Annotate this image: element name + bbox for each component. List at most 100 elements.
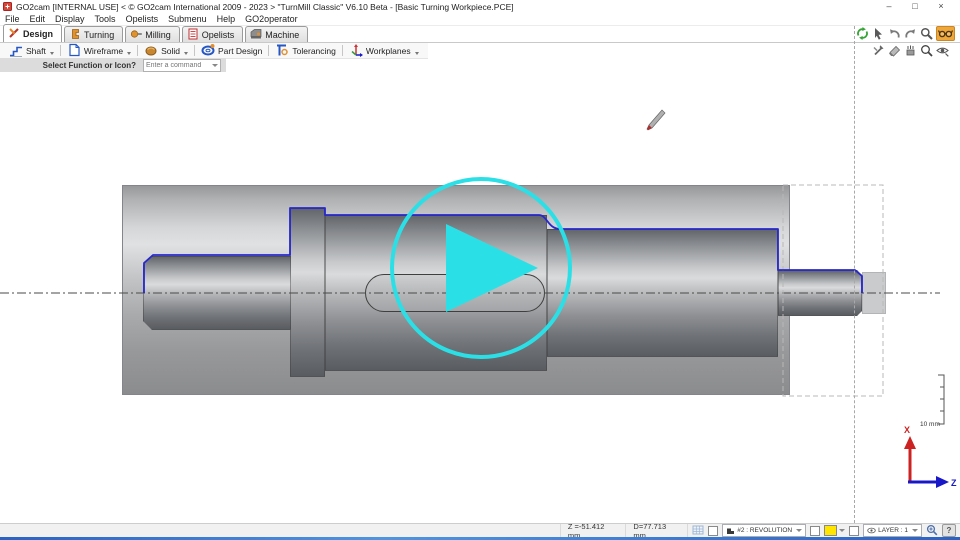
layer-checkbox[interactable] (849, 526, 859, 536)
maximize-button[interactable]: □ (902, 0, 928, 13)
brush-icon[interactable] (904, 44, 917, 57)
minimize-button[interactable]: – (876, 0, 902, 13)
solid-dropdown-icon[interactable] (184, 52, 188, 55)
command-label: Select Function or Icon? (43, 61, 136, 70)
workplanes-icon (349, 43, 363, 59)
chevron-down-icon (796, 529, 802, 532)
layer-color-swatch (824, 525, 837, 536)
menu-go2operator[interactable]: GO2operator (240, 14, 303, 24)
layer-eye-icon (867, 527, 876, 534)
ribbon-separator (137, 45, 138, 56)
ribbon-separator (268, 45, 269, 56)
solid-icon (144, 43, 158, 59)
scale-indicator: 10 mm (920, 375, 944, 428)
menu-submenu[interactable]: Submenu (163, 14, 212, 24)
tab-milling-label: Milling (145, 30, 171, 40)
workplanes-button[interactable]: Workplanes (344, 43, 424, 58)
layer-selector[interactable]: LAYER : 1 (863, 524, 922, 537)
scale-label: 10 mm (920, 421, 940, 428)
operator-glasses-button[interactable] (936, 26, 955, 41)
chevron-down-icon[interactable] (212, 64, 218, 67)
wireframe-dropdown-icon[interactable] (127, 52, 131, 55)
magnifier-icon[interactable] (920, 44, 933, 57)
shaft-dropdown-icon[interactable] (50, 52, 54, 55)
select-pointer-icon[interactable] (872, 27, 885, 40)
tab-turning-label: Turning (84, 30, 114, 40)
window-title: GO2cam [INTERNAL USE] < © GO2cam Interna… (16, 2, 514, 12)
play-button[interactable] (388, 175, 574, 361)
workplanes-label: Workplanes (366, 46, 411, 56)
play-triangle-icon (446, 224, 538, 312)
tolerancing-button[interactable]: Tolerancing (270, 43, 340, 58)
workplanes-dropdown-icon[interactable] (415, 52, 419, 55)
eraser-icon[interactable] (888, 44, 901, 57)
redo-icon[interactable] (904, 27, 917, 40)
chevron-down-icon (912, 529, 918, 532)
app-icon (3, 2, 12, 11)
viewport-canvas[interactable]: 10 mm X Z (0, 72, 960, 523)
menu-edit[interactable]: Edit (25, 14, 51, 24)
shaft-right-stub (778, 270, 862, 316)
wireframe-label: Wireframe (84, 46, 123, 56)
layer-selector-label: LAYER : 1 (878, 527, 908, 534)
statusbar-spacer (0, 524, 560, 537)
color-picker[interactable] (824, 525, 845, 536)
tolerancing-label: Tolerancing (292, 46, 335, 56)
menu-opelists[interactable]: Opelists (121, 14, 164, 24)
revolution-selector[interactable]: #2 : REVOLUTION (722, 524, 806, 537)
shaft-left-spigot (143, 256, 291, 330)
shaft-flange (290, 208, 325, 377)
tools-axe-icon[interactable] (872, 44, 885, 57)
wireframe-button[interactable]: Wireframe (62, 43, 136, 58)
menu-display[interactable]: Display (50, 14, 90, 24)
go2cam-window: GO2cam [INTERNAL USE] < © GO2cam Interna… (0, 0, 960, 540)
command-input[interactable] (146, 62, 210, 69)
undo-icon[interactable] (888, 27, 901, 40)
menu-tools[interactable]: Tools (90, 14, 121, 24)
menu-file[interactable]: File (0, 14, 25, 24)
opelists-icon (187, 28, 199, 42)
design-icon (8, 27, 20, 41)
command-combo[interactable] (143, 59, 221, 72)
milling-icon (130, 28, 142, 42)
tab-turning[interactable]: Turning (64, 26, 123, 42)
grid-icon[interactable] (692, 525, 704, 537)
view-toolbar-row1 (856, 26, 955, 41)
command-bar: Select Function or Icon? (0, 58, 226, 72)
revolution-selector-label: #2 : REVOLUTION (737, 527, 792, 534)
menu-help[interactable]: Help (212, 14, 241, 24)
pencil-cursor-icon (647, 110, 665, 130)
zoom-plus-icon[interactable] (926, 524, 938, 538)
axis-z-label: Z (951, 478, 957, 488)
tab-milling[interactable]: Milling (125, 26, 180, 42)
solid-label: Solid (161, 46, 180, 56)
machine-icon (250, 28, 262, 42)
solid-button[interactable]: Solid (139, 43, 193, 58)
zoom-icon[interactable] (920, 27, 933, 40)
ribbon-toolbar: Shaft Wireframe Solid Part Design Tolera… (0, 43, 428, 59)
chevron-down-icon (839, 529, 845, 532)
tab-machine[interactable]: Machine (245, 26, 308, 42)
help-button[interactable]: ? (942, 524, 956, 537)
shaft-icon (9, 43, 23, 59)
sync-icon[interactable] (856, 27, 869, 40)
axis-x-label: X (904, 425, 910, 435)
tab-opelists-label: Opelists (202, 30, 235, 40)
close-button[interactable]: × (928, 0, 954, 13)
revolution-mini-icon (726, 527, 735, 535)
axis-triad: X Z (904, 425, 957, 488)
tab-opelists[interactable]: Opelists (182, 26, 244, 42)
stock-ghost-extension (862, 272, 886, 314)
wireframe-icon (67, 43, 81, 59)
revolution-checkbox[interactable] (708, 526, 718, 536)
visibility-eye-icon[interactable] (936, 44, 949, 57)
tab-machine-label: Machine (265, 30, 299, 40)
ribbon-separator (342, 45, 343, 56)
tab-design[interactable]: Design (3, 24, 62, 42)
tab-design-label: Design (23, 29, 53, 39)
shaft-second-section (547, 229, 778, 357)
part-design-label: Part Design (218, 46, 262, 56)
color-checkbox[interactable] (810, 526, 820, 536)
part-design-button[interactable]: Part Design (196, 43, 267, 58)
shaft-button[interactable]: Shaft (4, 43, 59, 58)
